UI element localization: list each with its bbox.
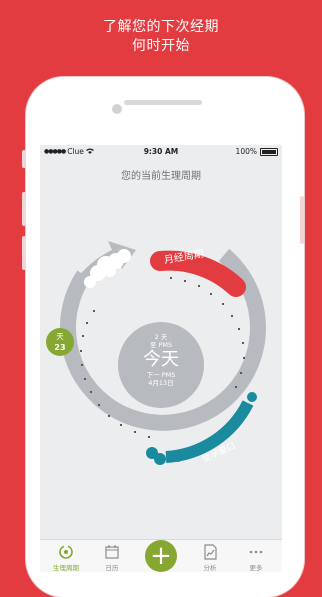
day-badge[interactable]: 天 23 <box>46 328 74 356</box>
volume-button <box>22 192 26 226</box>
battery-icon <box>260 147 278 156</box>
more-icon <box>249 550 263 554</box>
calendar-icon <box>105 545 119 559</box>
next-pms-date: 4月13日 <box>148 379 174 387</box>
today-label: 今天 <box>143 349 179 370</box>
volume-button <box>22 236 26 270</box>
until-pms: 至 PMS <box>149 341 173 349</box>
cycle-icon <box>59 545 73 559</box>
tab-bar: 生理周期 日历 + 分析 更多 <box>40 539 282 572</box>
next-pms-label: 下一 PMS <box>146 371 176 379</box>
headline-line-2: 何时开始 <box>132 38 190 54</box>
tab-cycle-label: 生理周期 <box>53 564 79 572</box>
add-button[interactable]: + <box>145 540 177 572</box>
screen-title: 您的当前生理周期 <box>121 171 201 182</box>
tab-calendar[interactable]: 日历 <box>88 540 136 572</box>
tab-more-label: 更多 <box>249 564 263 572</box>
power-button <box>300 196 304 244</box>
camera <box>112 104 122 114</box>
speaker <box>124 100 202 105</box>
day-badge-number: 23 <box>54 343 66 352</box>
days-until: 2 天 <box>154 333 168 341</box>
battery-percent: 100% <box>235 147 257 156</box>
day-badge-label: 天 <box>56 332 64 341</box>
headline: 了解您的下次经期 何时开始 <box>0 18 322 56</box>
tab-analysis-label: 分析 <box>203 564 217 572</box>
tab-more[interactable]: 更多 <box>232 540 280 572</box>
status-bar: ●●●●● Clue 9:30 AM 100% <box>40 145 282 159</box>
tab-cycle[interactable]: 生理周期 <box>42 540 90 572</box>
tab-calendar-label: 日历 <box>105 564 119 572</box>
headline-line-1: 了解您的下次经期 <box>103 19 219 35</box>
volume-button <box>22 150 26 168</box>
tab-analysis[interactable]: 分析 <box>186 540 234 572</box>
analysis-icon <box>204 544 217 560</box>
center-summary[interactable]: 2 天 至 PMS 今天 下一 PMS 4月13日 <box>118 322 204 408</box>
app-screen: ●●●●● Clue 9:30 AM 100% 您的当前生理周期 月经周期 受孕… <box>40 145 282 572</box>
status-bar-right: 100% <box>236 147 278 156</box>
